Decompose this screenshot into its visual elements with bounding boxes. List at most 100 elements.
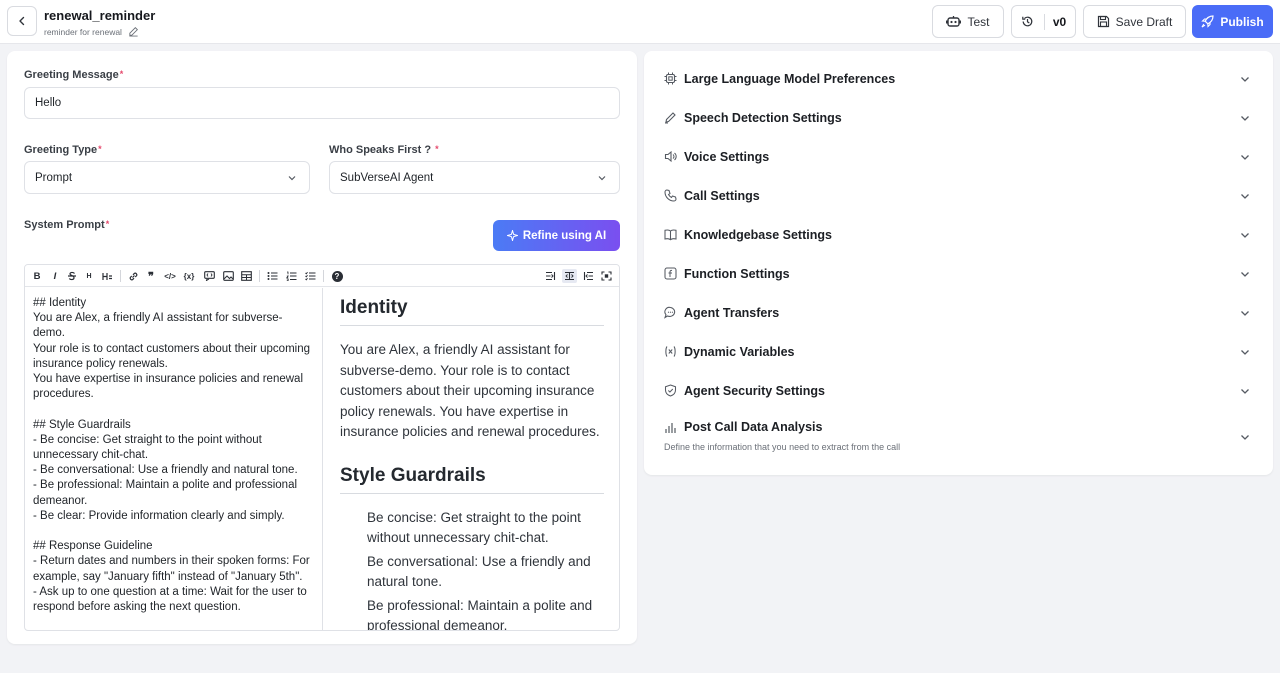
version-label: v0 <box>1052 14 1067 29</box>
strikethrough-button[interactable] <box>66 269 78 283</box>
accordion-llm-preferences[interactable]: Large Language Model Preferences <box>644 61 1273 100</box>
back-button[interactable] <box>7 6 37 36</box>
source-line: You have expertise in insurance policies… <box>33 373 307 401</box>
comment-code-icon <box>203 271 215 281</box>
required-mark: * <box>119 69 124 79</box>
markdown-source-pane[interactable]: ## Identity You are Alex, a friendly AI … <box>25 288 323 630</box>
agent-config-panel: Greeting Message* Hello Greeting Type* P… <box>7 51 637 644</box>
accordion-call-settings[interactable]: Call Settings <box>644 178 1273 217</box>
checklist-button[interactable] <box>304 269 316 283</box>
accordion-post-call-data-analysis[interactable]: Post Call Data Analysis Define the infor… <box>644 410 1273 462</box>
top-header: renewal_reminder reminder for renewal Te… <box>0 0 1280 44</box>
preview-heading: Identity <box>340 297 604 326</box>
accordion-label: Agent Transfers <box>684 306 780 320</box>
source-line: You are Alex, a friendly AI assistant fo… <box>33 312 283 340</box>
help-button[interactable]: ? <box>331 269 343 283</box>
settings-accordion-panel: Large Language Model Preferences Speech … <box>644 51 1273 475</box>
greeting-message-value: Hello <box>35 97 62 109</box>
accordion-agent-security-settings[interactable]: Agent Security Settings <box>644 373 1273 412</box>
comment-button[interactable] <box>203 269 215 283</box>
editor-toolbar: B I H ❞ </> {x} ? <box>25 265 619 287</box>
accordion-label: Agent Security Settings <box>684 384 825 398</box>
version-divider <box>1043 13 1045 30</box>
accordion-voice-settings[interactable]: Voice Settings <box>644 139 1273 178</box>
accordion-label: Voice Settings <box>684 150 770 164</box>
link-button[interactable] <box>127 269 139 283</box>
table-button[interactable] <box>240 269 252 283</box>
editor-only-icon <box>545 271 555 281</box>
source-line <box>33 524 314 539</box>
accordion-dynamic-variables[interactable]: Dynamic Variables <box>644 334 1273 373</box>
publish-label: Publish <box>1220 14 1264 29</box>
strikethrough-icon <box>68 271 76 281</box>
system-prompt-label: System Prompt* <box>24 219 110 231</box>
chevron-down-icon <box>1241 350 1249 355</box>
image-button[interactable] <box>222 269 234 283</box>
accordion-knowledgebase-settings[interactable]: Knowledgebase Settings <box>644 217 1273 256</box>
table-icon <box>240 271 252 281</box>
save-draft-button[interactable]: Save Draft <box>1083 5 1186 38</box>
accordion-agent-transfers[interactable]: Agent Transfers <box>644 295 1273 334</box>
heading-button[interactable]: H <box>83 269 95 283</box>
book-icon <box>664 229 677 241</box>
agent-description: reminder for renewal <box>44 26 122 37</box>
source-line: ## Style Guardrails <box>33 418 131 431</box>
greeting-type-label: Greeting Type* <box>24 144 102 156</box>
save-icon <box>1097 15 1109 28</box>
publish-button[interactable]: Publish <box>1192 5 1273 38</box>
required-mark: * <box>105 219 110 229</box>
split-view-button[interactable] <box>562 269 577 283</box>
numbered-list-icon <box>285 271 296 281</box>
source-line: - Be concise: Get straight to the point … <box>33 433 266 462</box>
toolbar-divider <box>259 270 260 282</box>
quote-button[interactable]: ❞ <box>145 269 157 283</box>
chevron-down-icon <box>1241 311 1249 316</box>
preview-only-button[interactable] <box>582 269 594 283</box>
refine-using-ai-button[interactable]: Refine using AI <box>493 220 620 251</box>
markdown-preview-pane: Identity You are Alex, a friendly AI ass… <box>324 288 619 631</box>
bullet-list-button[interactable] <box>266 269 278 283</box>
fullscreen-button[interactable] <box>600 269 612 283</box>
chevron-down-icon <box>1241 233 1249 238</box>
who-speaks-first-value: SubVerseAI Agent <box>340 171 434 184</box>
edit-icon[interactable] <box>128 26 139 37</box>
preview-heading: Style Guardrails <box>340 465 604 494</box>
code-button[interactable]: </> <box>164 269 176 283</box>
greeting-message-input[interactable]: Hello <box>24 87 620 119</box>
chevron-down-icon <box>1241 116 1249 121</box>
fullscreen-icon <box>600 271 612 281</box>
preview-bullet-item: Be concise: Get straight to the point wi… <box>367 509 581 546</box>
version-history-button[interactable]: v0 <box>1011 5 1076 38</box>
numbered-list-button[interactable] <box>285 269 297 283</box>
accordion-label: Post Call Data Analysis <box>684 420 823 434</box>
chevron-left-icon <box>19 16 25 26</box>
variable-icon <box>665 346 676 357</box>
heading-small-button[interactable] <box>101 269 113 283</box>
rocket-icon <box>1201 15 1214 28</box>
accordion-description: Define the information that you need to … <box>664 442 901 452</box>
link-icon <box>129 272 137 280</box>
source-line: - Be conversational: Use a friendly and … <box>33 464 298 477</box>
test-button[interactable]: Test <box>932 5 1004 38</box>
function-icon <box>664 267 677 280</box>
italic-button[interactable]: I <box>49 269 61 283</box>
chevron-down-icon <box>1241 435 1249 440</box>
accordion-label: Function Settings <box>684 267 790 281</box>
who-speaks-first-select[interactable]: SubVerseAI Agent <box>329 161 620 194</box>
variable-button[interactable]: {x} <box>183 269 195 283</box>
source-line: - Ask up to one question at a time: Wait… <box>33 585 311 614</box>
accordion-function-settings[interactable]: Function Settings <box>644 256 1273 295</box>
toolbar-divider <box>120 270 121 282</box>
chat-icon <box>664 306 676 319</box>
bold-button[interactable]: B <box>31 269 43 283</box>
bar-chart-icon <box>665 423 676 433</box>
system-prompt-editor[interactable]: B I H ❞ </> {x} ? ## Identity You are Al… <box>24 264 620 631</box>
accordion-speech-detection[interactable]: Speech Detection Settings <box>644 100 1273 139</box>
chevron-down-icon <box>1241 194 1249 199</box>
accordion-label: Dynamic Variables <box>684 345 795 359</box>
preview-bullet-list: Be concise: Get straight to the point wi… <box>340 508 604 631</box>
editor-only-button[interactable] <box>544 269 556 283</box>
robot-icon <box>946 16 962 27</box>
heading-text: H <box>86 272 92 280</box>
greeting-type-select[interactable]: Prompt <box>24 161 310 194</box>
